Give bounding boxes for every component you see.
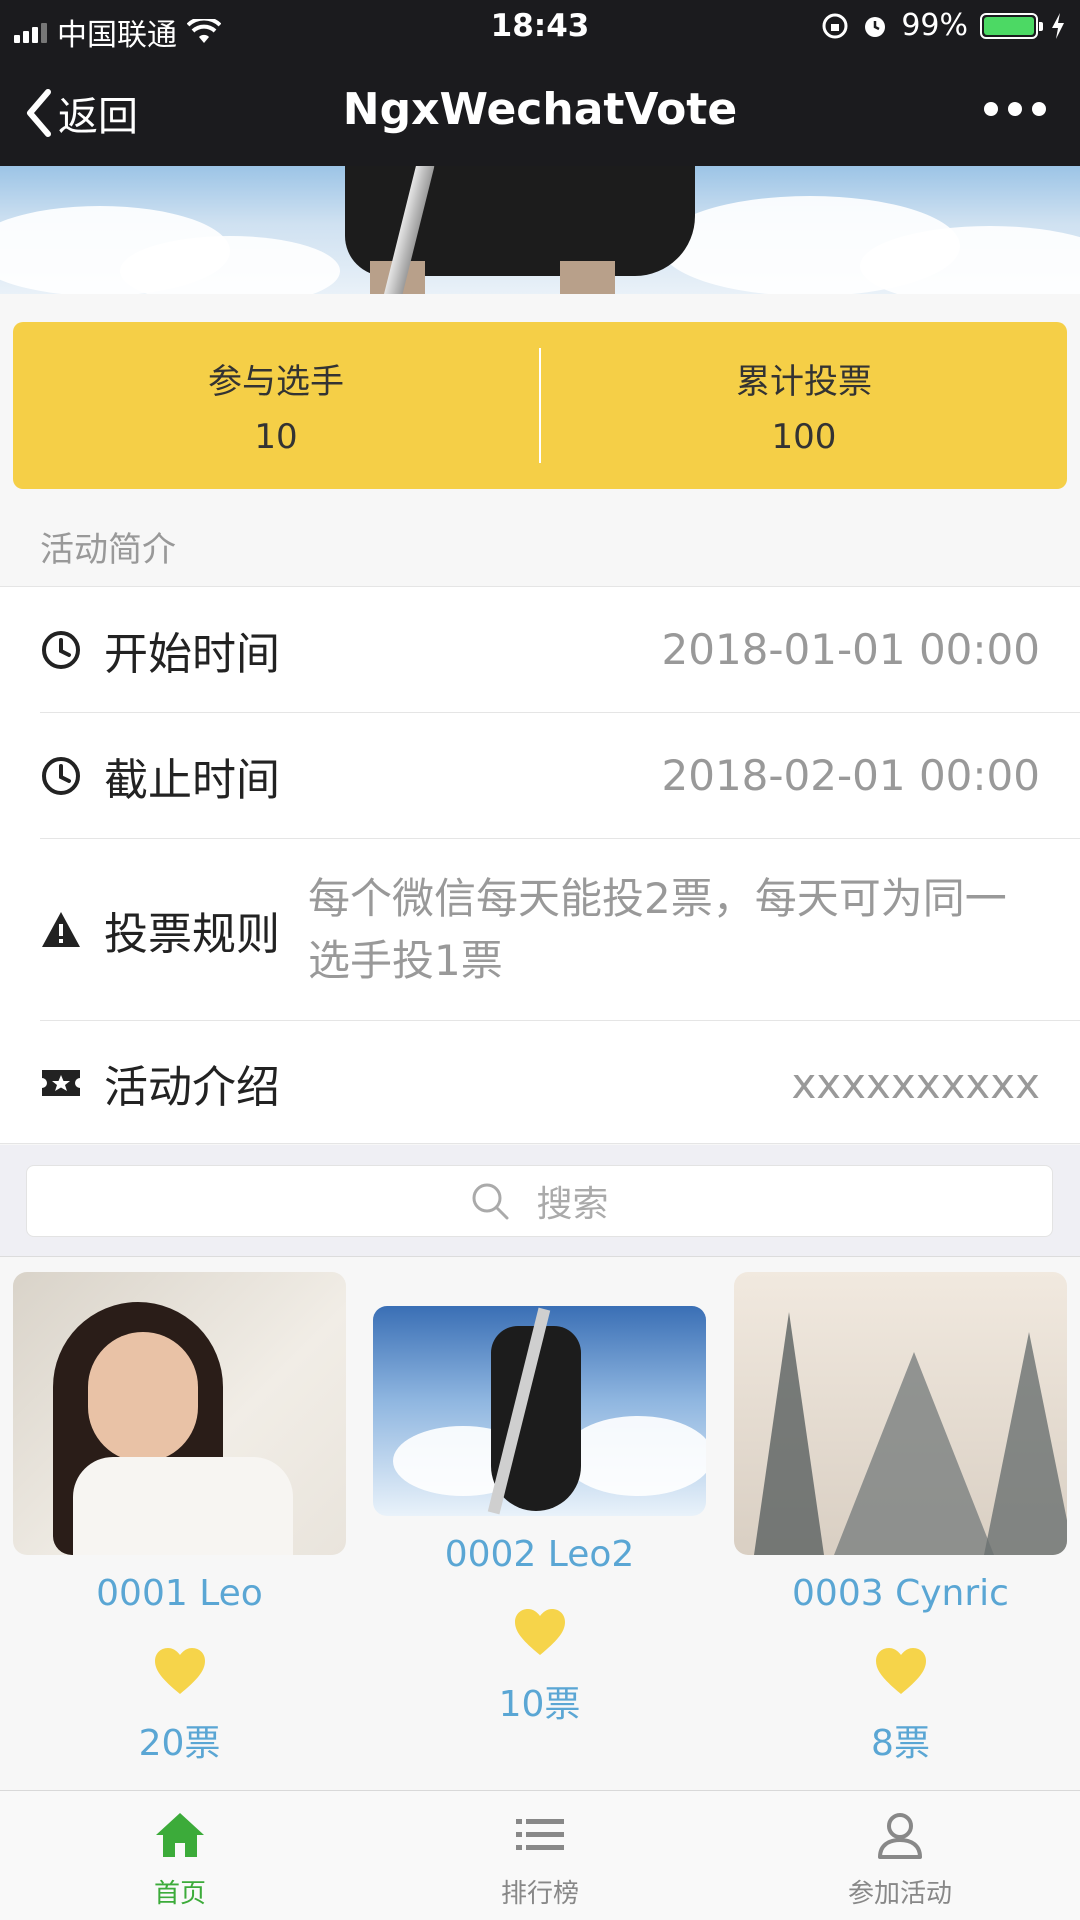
clock-icon — [42, 630, 80, 669]
player-name: 0001 Leo — [96, 1573, 263, 1614]
player-votes: 8票 — [871, 1723, 930, 1764]
tab-label: 排行榜 — [500, 1879, 579, 1909]
player-name: 0002 Leo2 — [444, 1534, 635, 1575]
tab-ranking[interactable]: 排行榜 — [360, 1791, 720, 1920]
stat-value: 10 — [254, 417, 298, 457]
info-label: 开始时间 — [104, 628, 280, 680]
nav-bar: 返回 NgxWechatVote — [0, 54, 1080, 166]
player-photo[interactable] — [734, 1272, 1067, 1555]
rotation-lock-icon — [822, 13, 848, 38]
tab-label: 参加活动 — [847, 1879, 952, 1909]
info-value: 每个微信每天能投2票，每天可为同一选手投1票 — [308, 873, 1007, 985]
stats-card: 参与选手 10 累计投票 100 — [13, 322, 1067, 489]
stat-label: 累计投票 — [736, 362, 872, 402]
info-row-vote-rules: 投票规则 每个微信每天能投2票，每天可为同一选手投1票 — [40, 839, 1080, 1021]
stat-participants: 参与选手 10 — [13, 322, 539, 489]
stat-value: 100 — [771, 417, 837, 457]
charging-icon — [1052, 12, 1064, 39]
tab-label: 首页 — [153, 1879, 206, 1909]
player-votes: 10票 — [498, 1684, 581, 1725]
player-votes: 20票 — [138, 1723, 221, 1764]
search-bar: 搜索 — [0, 1145, 1080, 1257]
battery-icon — [980, 12, 1043, 39]
stat-label: 参与选手 — [208, 362, 344, 402]
tab-home[interactable]: 首页 — [0, 1791, 360, 1920]
player-name: 0003 Cynric — [792, 1573, 1009, 1614]
section-title-intro: 活动简介 — [40, 530, 176, 570]
info-label: 截止时间 — [104, 754, 280, 806]
info-row-activity-intro: 活动介绍 xxxxxxxxxx — [40, 1021, 1080, 1145]
player-photo[interactable] — [373, 1306, 706, 1516]
player-card[interactable]: 0003 Cynric 8票 — [734, 1272, 1067, 1766]
user-icon — [878, 1813, 922, 1859]
search-icon — [472, 1183, 509, 1220]
heart-icon[interactable] — [153, 1646, 207, 1696]
info-row-end-time: 截止时间 2018-02-01 00:00 — [40, 713, 1080, 839]
info-value: xxxxxxxxxx — [791, 1058, 1040, 1108]
tab-join-activity[interactable]: 参加活动 — [720, 1791, 1080, 1920]
heart-icon[interactable] — [874, 1646, 928, 1696]
clock-icon — [42, 756, 80, 795]
player-card[interactable]: 0002 Leo2 10票 — [373, 1306, 706, 1727]
info-value: 2018-02-01 00:00 — [661, 751, 1040, 800]
home-icon — [156, 1813, 204, 1857]
info-label: 投票规则 — [104, 908, 280, 960]
more-menu-button[interactable] — [984, 102, 1046, 116]
player-card[interactable]: 0001 Leo 20票 — [13, 1272, 346, 1766]
banner-image — [0, 166, 1080, 294]
search-input[interactable]: 搜索 — [26, 1165, 1053, 1237]
status-bar: 中国联通 18:43 99% — [0, 0, 1080, 54]
search-placeholder: 搜索 — [536, 1184, 609, 1225]
heart-icon[interactable] — [513, 1607, 567, 1657]
activity-info-list: 开始时间 2018-01-01 00:00 截止时间 2018-02-01 00… — [0, 586, 1080, 1144]
warning-icon — [42, 911, 80, 947]
tab-bar: 首页 排行榜 参加活动 — [0, 1790, 1080, 1920]
list-icon — [516, 1819, 564, 1850]
info-value: 2018-01-01 00:00 — [661, 625, 1040, 674]
ticket-icon — [42, 1070, 80, 1096]
page-title: NgxWechatVote — [342, 84, 738, 135]
info-row-start-time: 开始时间 2018-01-01 00:00 — [40, 587, 1080, 713]
player-photo[interactable] — [13, 1272, 346, 1555]
alarm-icon — [865, 16, 886, 37]
info-label: 活动介绍 — [104, 1062, 280, 1113]
battery-percent: 99% — [901, 8, 968, 43]
status-right: 99% — [821, 8, 1066, 43]
player-grid: 0001 Leo 20票 0002 Leo2 10票 0003 Cynric 8… — [0, 1258, 1080, 1790]
stat-total-votes: 累计投票 100 — [541, 322, 1067, 489]
